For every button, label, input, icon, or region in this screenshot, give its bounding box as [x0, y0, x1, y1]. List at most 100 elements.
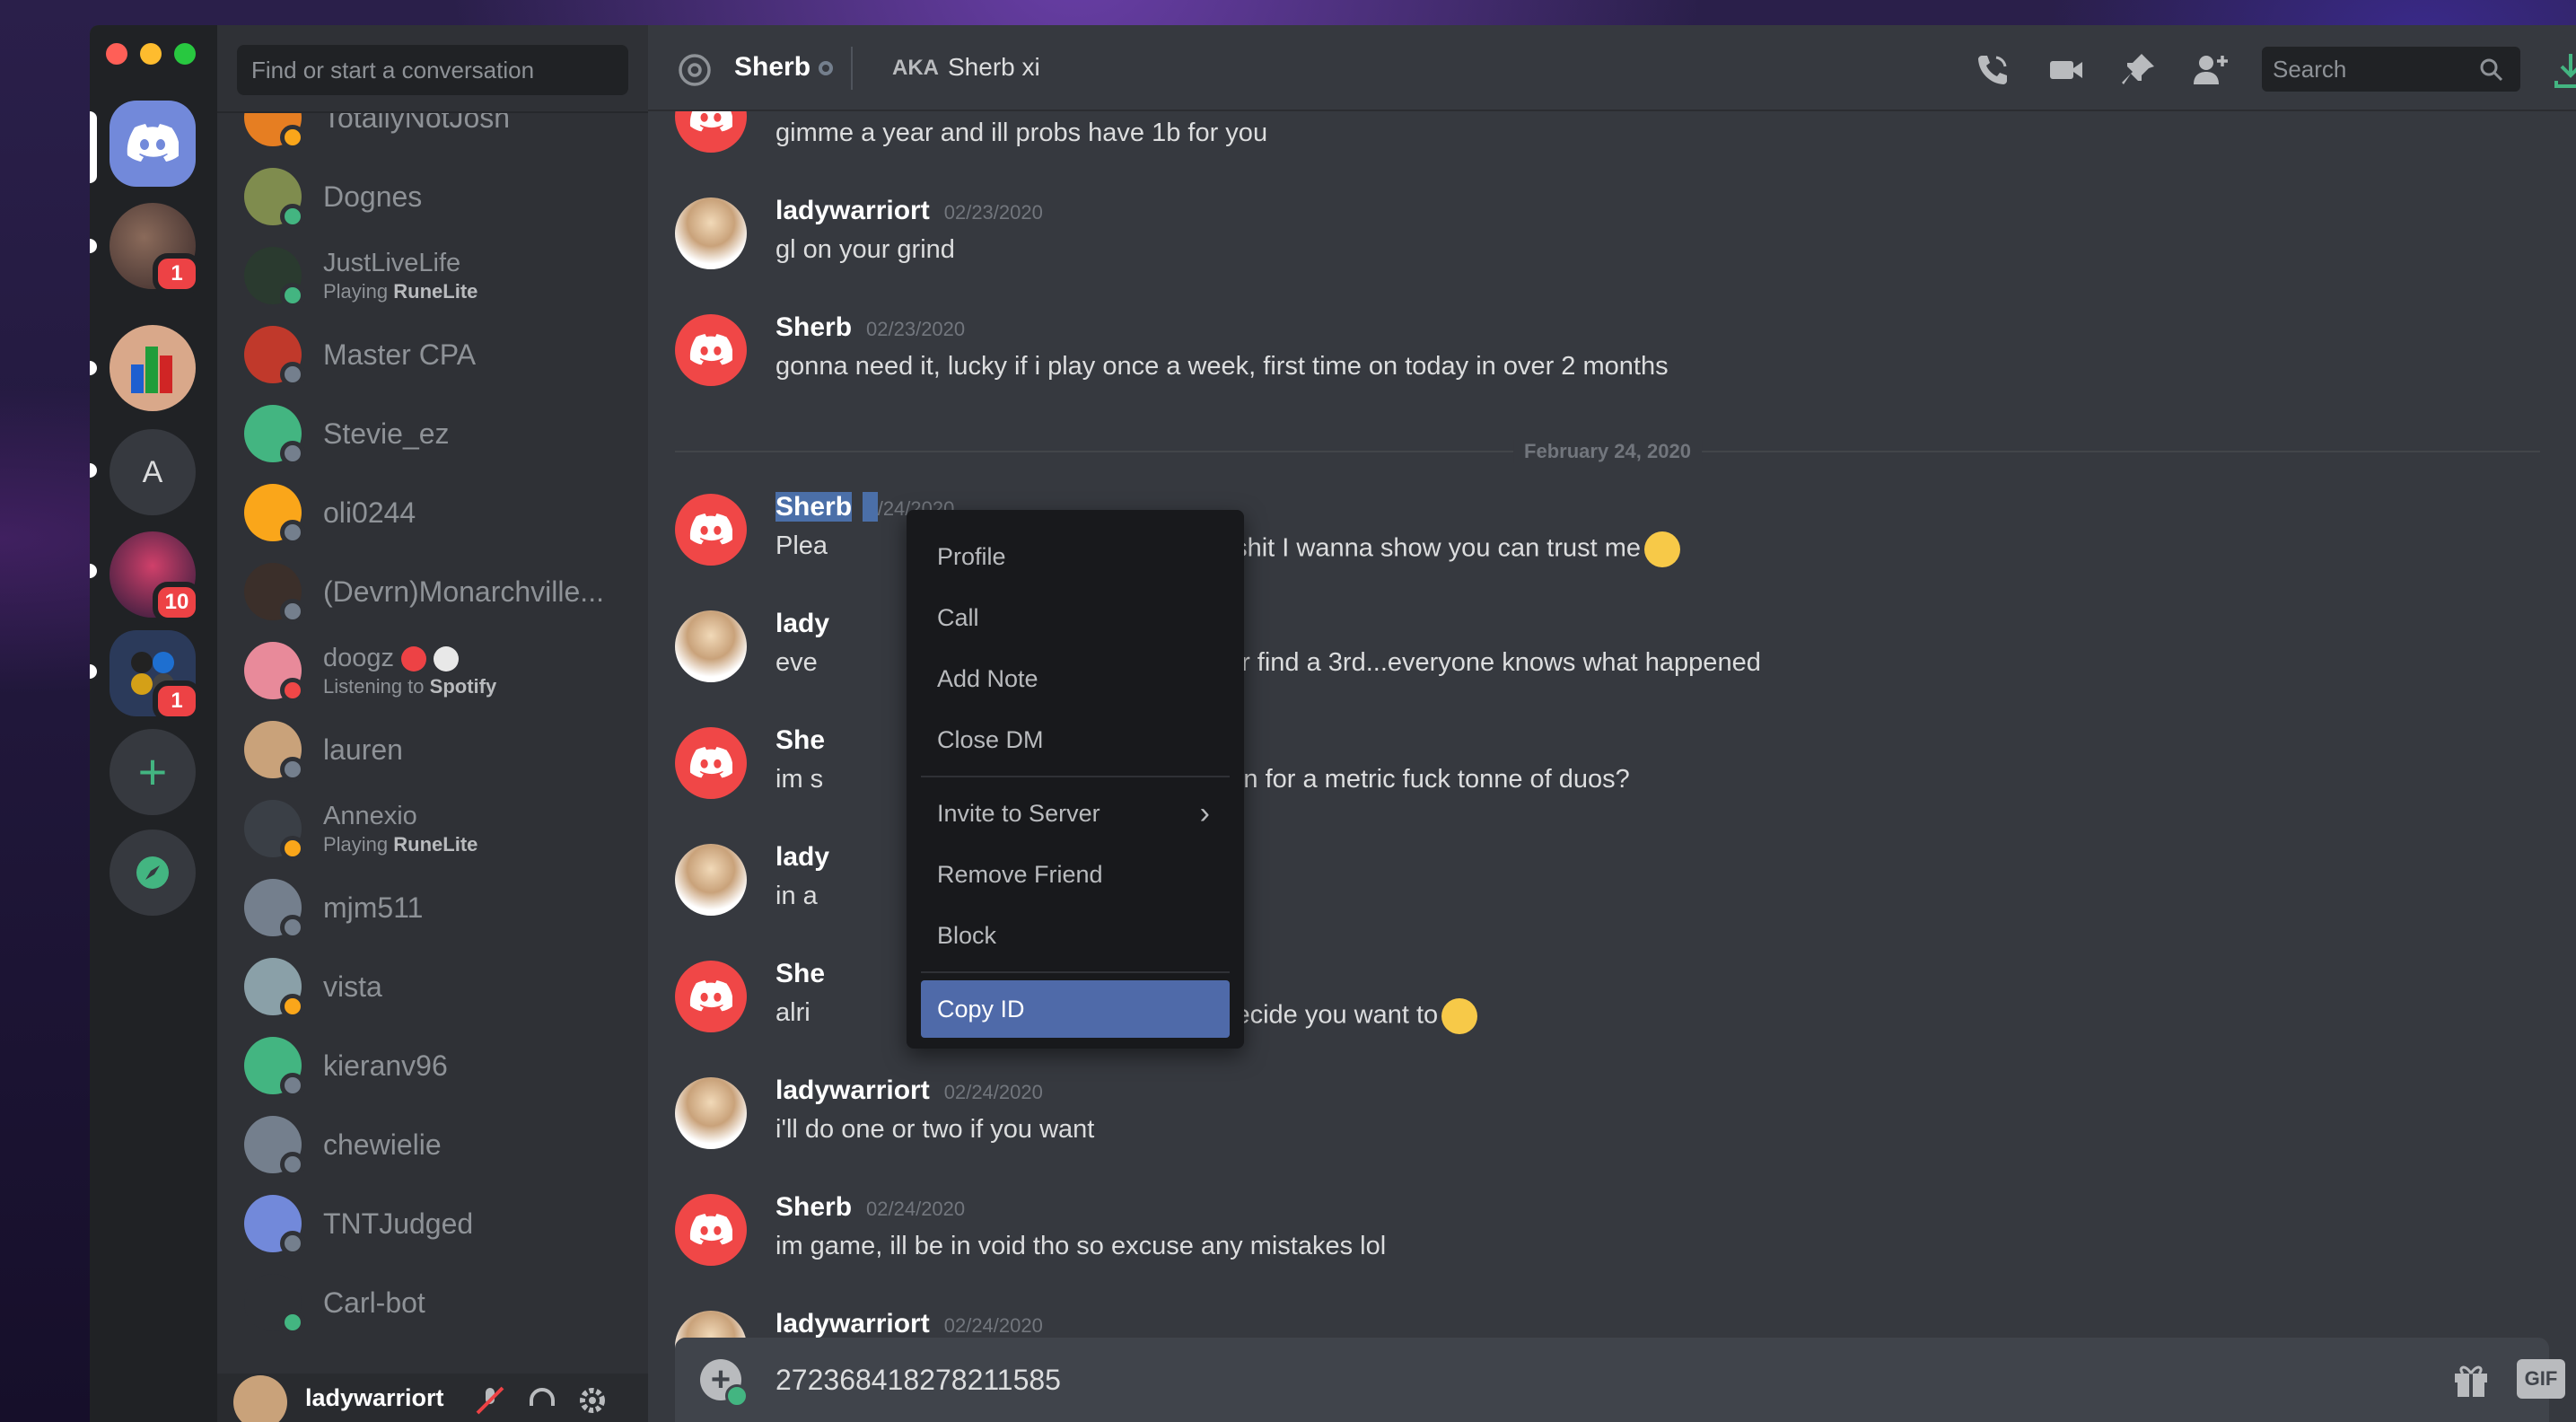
context-menu-item-copy-id[interactable]: Copy ID: [921, 980, 1230, 1038]
dm-text: kieranv96: [323, 1049, 448, 1083]
dm-text: Carl-bot: [323, 1286, 425, 1320]
dm-avatar: [244, 484, 305, 545]
message-author[interactable]: ladywarriort 02/24/2020: [775, 1075, 1043, 1106]
dm-avatar: [244, 879, 305, 940]
mute-microphone-icon[interactable]: [474, 1384, 506, 1417]
dm-text: vista: [323, 970, 382, 1004]
dm-item[interactable]: lauren: [230, 713, 635, 786]
dm-item[interactable]: vista: [230, 950, 635, 1023]
message-author[interactable]: ladywarriort 02/24/2020: [775, 1309, 1043, 1339]
dm-avatar: [244, 958, 305, 1019]
settings-gear-icon[interactable]: [576, 1384, 609, 1417]
context-menu-item-call[interactable]: Call: [921, 589, 1230, 646]
user-context-menu: Profile Call Add Note Close DM Invite to Ser…: [907, 510, 1244, 1049]
message[interactable]: ladywarriort 02/23/2020 gl on your grind: [675, 183, 2540, 291]
message-input[interactable]: [774, 1354, 2213, 1406]
message-avatar[interactable]: [675, 1194, 747, 1266]
dm-item[interactable]: JustLiveLife Playing RuneLite: [230, 239, 635, 312]
dm-text: chewielie: [323, 1128, 442, 1162]
minimize-window-button[interactable]: [140, 43, 162, 65]
at-sign-icon: [679, 54, 711, 86]
context-menu-item-invite-to-server[interactable]: Invite to Server ›: [921, 785, 1230, 842]
gift-icon[interactable]: [2450, 1359, 2492, 1400]
message-avatar[interactable]: [675, 494, 747, 566]
context-menu-item-remove-friend[interactable]: Remove Friend: [921, 846, 1230, 903]
message-author[interactable]: Sherb 02/23/2020: [775, 312, 965, 343]
dm-item[interactable]: TNTJudged: [230, 1187, 635, 1260]
dm-item[interactable]: TotallyNotJosh: [230, 113, 635, 154]
message-author[interactable]: ladywarriort 02/23/2020: [775, 196, 1043, 226]
dm-name: kieranv96: [323, 1049, 448, 1082]
server-folder[interactable]: 1: [110, 630, 201, 722]
dm-text: TotallyNotJosh: [323, 113, 510, 135]
close-window-button[interactable]: [106, 43, 127, 65]
status-indicator-icon: [280, 362, 305, 387]
message-author[interactable]: She: [775, 959, 825, 989]
message-avatar[interactable]: [675, 961, 747, 1032]
dm-item[interactable]: kieranv96: [230, 1029, 635, 1102]
dm-item[interactable]: Master CPA: [230, 318, 635, 391]
context-menu-item-profile[interactable]: Profile: [921, 528, 1230, 585]
start-video-call-button[interactable]: [2045, 48, 2088, 92]
start-voice-call-button[interactable]: [1971, 48, 2014, 92]
message-author[interactable]: lady: [775, 842, 829, 873]
context-menu-item-add-note[interactable]: Add Note: [921, 650, 1230, 707]
discord-default-avatar-icon: [689, 334, 732, 365]
headphones-icon[interactable]: [526, 1384, 558, 1417]
add-server-button[interactable]: +: [110, 729, 196, 815]
status-indicator-icon: [280, 1152, 305, 1177]
message-avatar[interactable]: [675, 198, 747, 269]
download-apps-button[interactable]: [2549, 48, 2576, 92]
find-conversation-input[interactable]: [237, 45, 628, 95]
message[interactable]: ladywarriort 02/24/2020 i'll do one or two…: [675, 1063, 2540, 1171]
dm-item[interactable]: (Devrn)Monarchville...: [230, 555, 635, 628]
gif-picker-button[interactable]: GIF: [2517, 1359, 2565, 1399]
add-friends-to-dm-button[interactable]: [2188, 48, 2231, 92]
slight-smile-emoji-icon: [1441, 998, 1478, 1034]
phone-call-icon: [1978, 56, 2007, 84]
message-author[interactable]: Sherb 02/24/2020: [775, 1192, 965, 1223]
pin-icon: [2122, 54, 2154, 84]
message-avatar[interactable]: [675, 727, 747, 799]
video-camera-icon: [2050, 61, 2082, 79]
dm-item[interactable]: Annexio Playing RuneLite: [230, 792, 635, 865]
context-menu-item-close-dm[interactable]: Close DM: [921, 711, 1230, 768]
dm-item[interactable]: Carl-bot: [230, 1266, 635, 1339]
message[interactable]: Sherb 02/23/2020 gonna need it, lucky if i…: [675, 300, 2540, 408]
message-text: eve d never find a 3rd...everyone knows w…: [775, 648, 1761, 677]
server-icon-ren[interactable]: 10: [110, 531, 201, 623]
status-emoji-icon: [401, 645, 427, 672]
explore-servers-button[interactable]: [110, 830, 196, 916]
unread-pill: [90, 664, 97, 679]
home-button[interactable]: [110, 101, 196, 187]
header-divider: [851, 47, 853, 90]
dm-item[interactable]: doogz Listening to Spotify: [230, 634, 635, 707]
pinned-messages-button[interactable]: [2116, 48, 2160, 92]
message-avatar[interactable]: [675, 111, 747, 153]
server-icon-a[interactable]: A: [110, 429, 196, 515]
server-icon-1[interactable]: 1: [110, 203, 201, 294]
server-icon-2[interactable]: [110, 325, 196, 411]
dm-item[interactable]: oli0244: [230, 476, 635, 549]
message[interactable]: gimme a year and ill probs have 1b for y…: [675, 111, 2540, 174]
dm-name: doogz: [323, 644, 496, 673]
maximize-window-button[interactable]: [174, 43, 196, 65]
user-avatar[interactable]: [233, 1375, 287, 1422]
message-author[interactable]: She: [775, 725, 825, 756]
message-avatar[interactable]: [675, 844, 747, 916]
dm-item[interactable]: mjm511: [230, 871, 635, 944]
status-indicator-icon: [280, 1310, 305, 1335]
dm-avatar: [244, 1037, 305, 1098]
context-menu-item-block[interactable]: Block: [921, 907, 1230, 964]
message-avatar[interactable]: [675, 610, 747, 682]
dm-activity: Listening to Spotify: [323, 674, 497, 698]
dm-item[interactable]: Stevie_ez: [230, 397, 635, 470]
message[interactable]: Sherb 02/24/2020 im game, ill be in void t…: [675, 1180, 2540, 1287]
message-avatar[interactable]: [675, 314, 747, 386]
dm-item[interactable]: Dognes: [230, 160, 635, 233]
message-author[interactable]: lady: [775, 609, 829, 639]
dm-item[interactable]: chewielie: [230, 1108, 635, 1181]
dm-text: Master CPA: [323, 338, 476, 372]
message-avatar[interactable]: [675, 1077, 747, 1149]
status-indicator-icon: [280, 204, 305, 229]
